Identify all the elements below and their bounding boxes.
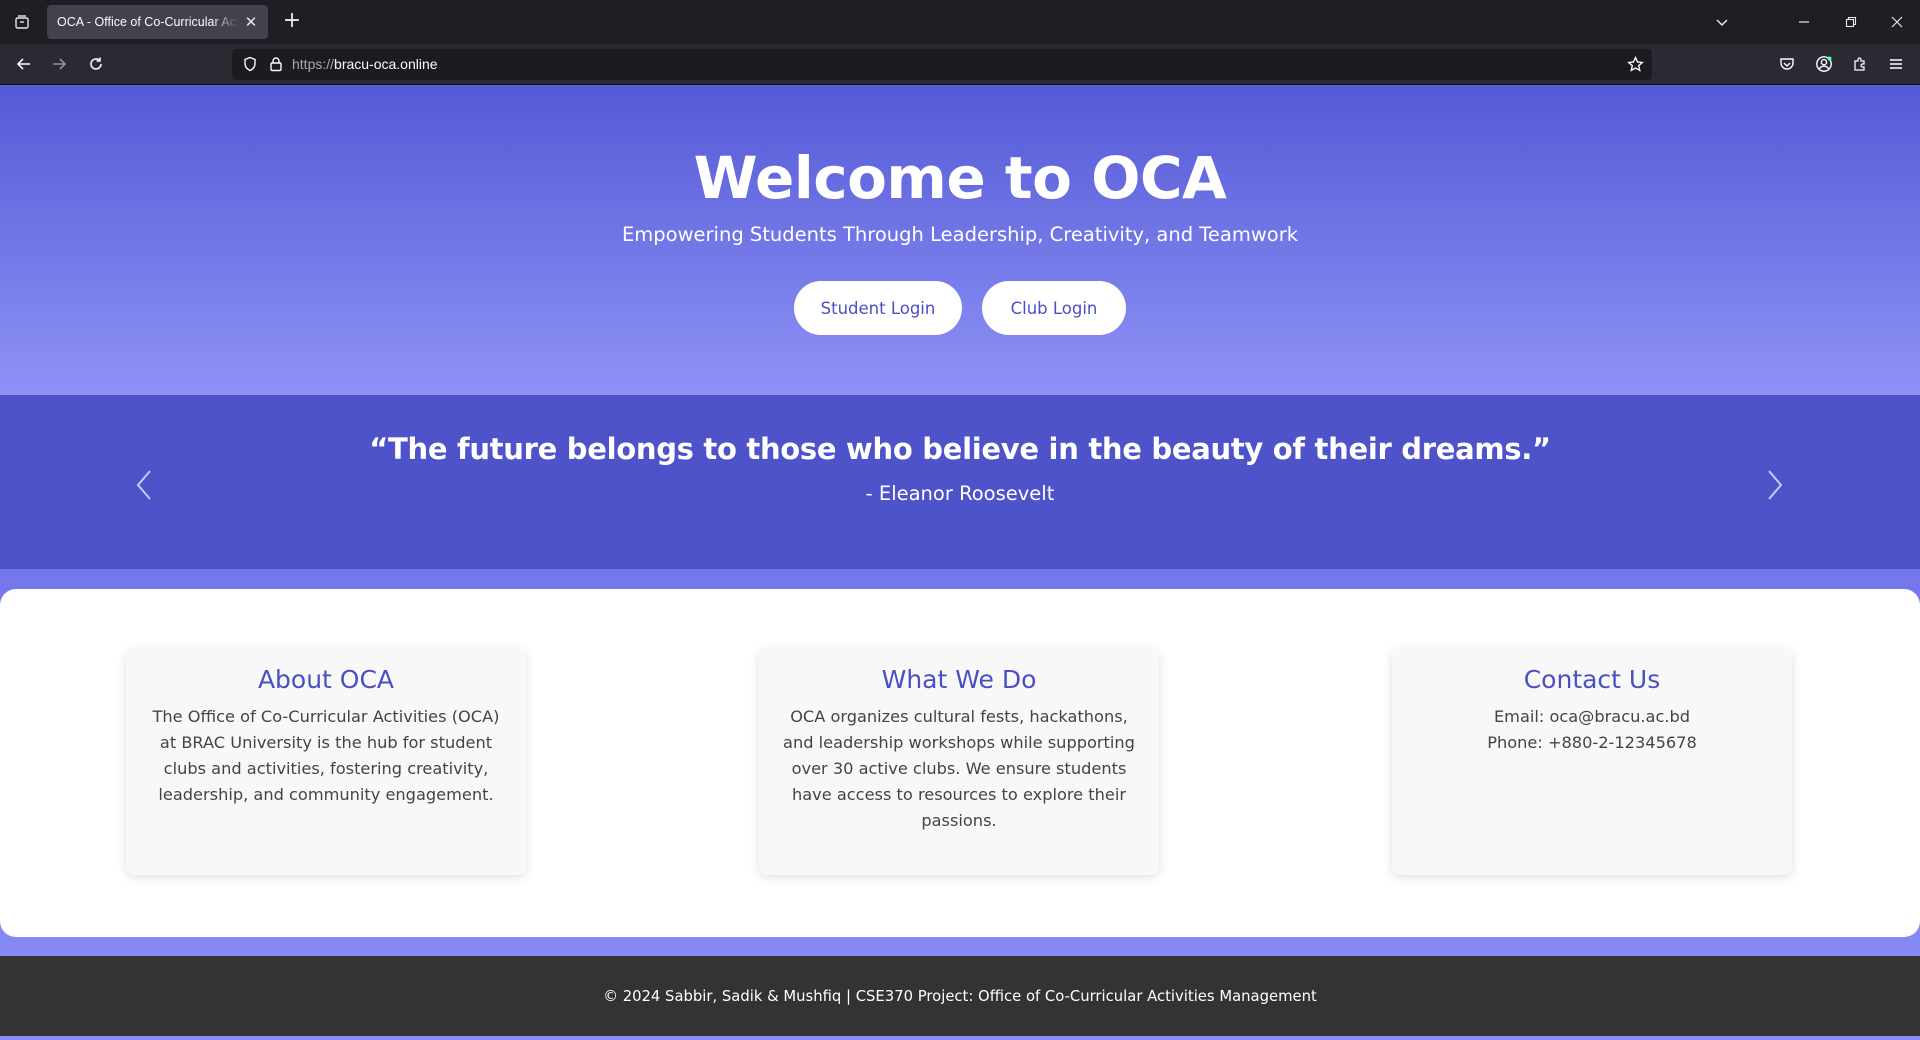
quote-author: - Eleanor Roosevelt (865, 482, 1055, 505)
tab-list-icon[interactable] (8, 8, 36, 36)
about-title: About OCA (257, 665, 395, 694)
url-host: bracu-oca.online (334, 56, 438, 72)
pocket-icon[interactable] (1772, 50, 1802, 78)
about-text: The Office of Co-Curricular Activities (… (152, 707, 500, 804)
about-card: About OCA The Office of Co-Curricular Ac… (126, 649, 526, 875)
new-tab-icon[interactable]: + (278, 8, 306, 36)
chevron-down-icon[interactable] (1708, 8, 1736, 36)
hero-subtitle: Empowering Students Through Leadership, … (621, 223, 1299, 246)
url-text: https://bracu-oca.online (292, 56, 438, 72)
account-icon[interactable] (1809, 50, 1839, 78)
hero-section: Welcome to OCA Empowering Students Throu… (0, 86, 1920, 395)
bookmark-star-icon[interactable] (1627, 55, 1644, 73)
footer-text: © 2024 Sabbir, Sadik & Mushfiq | CSE370 … (603, 987, 1317, 1005)
restore-icon[interactable] (1837, 8, 1865, 36)
active-tab[interactable]: OCA - Office of Co-Curricular Activities… (47, 5, 268, 39)
quote-carousel: “The future belongs to those who believe… (0, 395, 1920, 569)
what-we-do-title: What We Do (881, 665, 1037, 694)
nav-toolbar: https://bracu-oca.online (0, 44, 1920, 85)
close-tab-icon[interactable]: ✕ (243, 14, 259, 30)
address-bar[interactable]: https://bracu-oca.online (232, 49, 1652, 80)
what-we-do-card: What We Do OCA organizes cultural fests,… (759, 649, 1159, 875)
page-footer: © 2024 Sabbir, Sadik & Mushfiq | CSE370 … (0, 956, 1920, 1036)
page-viewport: Welcome to OCA Empowering Students Throu… (0, 86, 1920, 1040)
back-arrow-icon[interactable] (9, 50, 39, 78)
forward-arrow-icon[interactable] (44, 50, 74, 78)
close-window-icon[interactable] (1883, 8, 1911, 36)
menu-icon[interactable] (1881, 50, 1911, 78)
tab-title: OCA - Office of Co-Curricular Activities… (57, 15, 239, 29)
contact-phone: Phone: +880-2-12345678 (1487, 733, 1697, 752)
tab-strip: OCA - Office of Co-Curricular Activities… (0, 0, 1920, 44)
extensions-icon[interactable] (1845, 50, 1875, 78)
contact-title: Contact Us (1523, 665, 1661, 694)
shield-icon[interactable] (242, 56, 258, 72)
reload-icon[interactable] (81, 50, 111, 78)
carousel-next-icon[interactable] (1762, 467, 1788, 503)
info-section: About OCA The Office of Co-Curricular Ac… (0, 589, 1920, 937)
lock-icon[interactable] (268, 56, 284, 72)
what-we-do-text: OCA organizes cultural fests, hackathons… (783, 707, 1135, 830)
club-login-button[interactable]: Club Login (982, 281, 1126, 335)
url-scheme: https:// (292, 56, 335, 72)
quote-text: “The future belongs to those who believe… (369, 432, 1551, 466)
contact-email: Email: oca@bracu.ac.bd (1493, 707, 1691, 726)
student-login-button[interactable]: Student Login (794, 281, 962, 335)
minimize-icon[interactable] (1790, 8, 1818, 36)
contact-card: Contact Us Email: oca@bracu.ac.bd Phone:… (1392, 649, 1792, 875)
hero-title: Welcome to OCA (693, 144, 1227, 212)
